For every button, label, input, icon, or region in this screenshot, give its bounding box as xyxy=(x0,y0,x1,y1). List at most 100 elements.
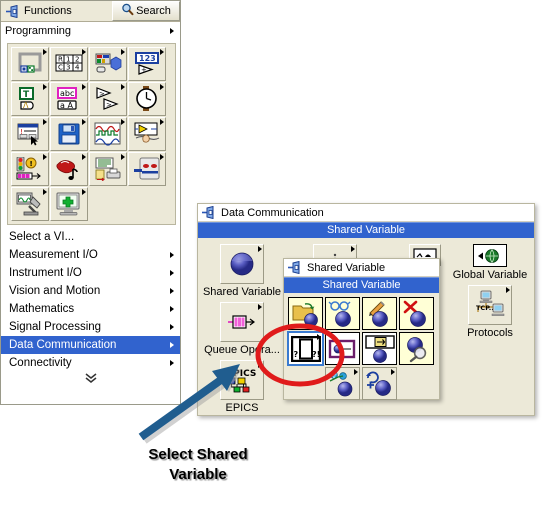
magnifier-icon xyxy=(121,3,134,19)
palette-icon-epics[interactable]: EPICS xyxy=(220,360,264,400)
chevron-right-icon xyxy=(506,287,510,293)
palette-icon-file-io[interactable] xyxy=(50,117,88,151)
timing-icon xyxy=(136,86,157,111)
data-communication-titlebar: Data Communication xyxy=(198,204,534,222)
svg-text:T: T xyxy=(23,90,30,100)
annotation-caption: Select Shared Variable xyxy=(112,445,284,485)
palette-icon-addons[interactable] xyxy=(50,187,88,221)
programming-label: Programming xyxy=(5,25,72,37)
palette-icon-dot-net-activex[interactable] xyxy=(128,152,166,186)
read-variable-icon xyxy=(328,300,351,327)
chevron-right-icon xyxy=(170,252,174,258)
palette-icon-global-variable[interactable] xyxy=(473,244,507,267)
global-variable-globe-icon xyxy=(478,248,499,263)
svg-text:123: 123 xyxy=(139,54,156,63)
palette-icon-refresh-variable[interactable] xyxy=(362,367,397,400)
epics-icon: EPICS xyxy=(227,369,256,393)
palette-icon-close-variable-connection[interactable] xyxy=(399,297,434,330)
palette-icon-protocols[interactable]: TCP... xyxy=(468,285,512,325)
palette-icon-string[interactable]: abc a A xyxy=(50,82,88,116)
chevron-right-icon xyxy=(170,360,174,366)
palette-icon-dialog-user-interface[interactable]: ! xyxy=(11,117,49,151)
boolean-icon: T Λ xyxy=(19,87,34,110)
search-button-label: Search xyxy=(136,5,171,17)
pushpin-icon[interactable] xyxy=(201,205,216,220)
menu-item-select-a-vi[interactable]: Select a VI... xyxy=(1,228,180,246)
chevron-right-icon xyxy=(160,119,164,125)
svg-text:C: C xyxy=(58,64,63,72)
svg-text:?!: ?! xyxy=(312,350,320,359)
functions-menu-list: Select a VI... Measurement I/O Instrumen… xyxy=(1,228,180,388)
svg-text:>: > xyxy=(99,90,105,98)
palette-icon-boolean[interactable]: T Λ xyxy=(11,82,49,116)
palette-icon-variable-reference[interactable] xyxy=(325,332,360,365)
palette-icon-write-variable[interactable] xyxy=(362,297,397,330)
svg-text:!: ! xyxy=(30,160,33,168)
menu-item-label: Mathematics xyxy=(9,303,75,315)
chevron-right-icon xyxy=(258,304,262,310)
chevron-right-icon xyxy=(82,189,86,195)
menu-item-instrument-io[interactable]: Instrument I/O xyxy=(1,264,180,282)
palette-icon-comparison[interactable]: > > xyxy=(89,82,127,116)
palette-icon-synchronization[interactable]: ! xyxy=(11,152,49,186)
menu-item-measurement-io[interactable]: Measurement I/O xyxy=(1,246,180,264)
palette-item-programming[interactable]: Programming xyxy=(1,22,180,41)
pushpin-icon[interactable] xyxy=(287,260,302,275)
palette-icon-numeric[interactable]: 123 + xyxy=(128,47,166,81)
menu-item-data-communication[interactable]: Data Communication xyxy=(1,336,180,354)
palette-icon-variable-properties[interactable] xyxy=(362,332,397,365)
pushpin-icon[interactable] xyxy=(5,4,20,18)
open-variable-connection-icon xyxy=(292,302,318,327)
svg-text:EPICS: EPICS xyxy=(227,369,256,379)
palette-label-queue-operations: Queue Opera... xyxy=(204,344,280,356)
chevron-right-icon xyxy=(82,49,86,55)
chevron-right-icon xyxy=(170,324,174,330)
palette-icon-array[interactable]: R C 1 2 3 4 xyxy=(50,47,88,81)
dialog-user-interface-icon: ! xyxy=(17,123,39,146)
menu-item-signal-processing[interactable]: Signal Processing xyxy=(1,318,180,336)
menu-item-mathematics[interactable]: Mathematics xyxy=(1,300,180,318)
palette-label-global-variable: Global Variable xyxy=(452,269,528,281)
search-button[interactable]: Search xyxy=(112,1,180,21)
menu-item-label: Data Communication xyxy=(9,339,117,351)
graphics-sound-icon xyxy=(56,160,78,180)
palette-icon-structures[interactable] xyxy=(11,47,49,81)
chevron-right-icon xyxy=(121,154,125,160)
palette-icon-graphics-sound[interactable] xyxy=(50,152,88,186)
palette-icon-cluster-class-variant[interactable] xyxy=(89,47,127,81)
chevron-right-icon xyxy=(317,334,321,340)
expand-palette-chevron[interactable] xyxy=(1,372,180,388)
programming-icon-grid: R C 1 2 3 4 123 + T Λ abc a A > > ! ! xyxy=(7,43,176,225)
string-icon: abc a A xyxy=(57,87,77,110)
menu-item-connectivity[interactable]: Connectivity xyxy=(1,354,180,372)
double-chevron-down-icon xyxy=(85,373,96,383)
palette-icon-measurement-io[interactable] xyxy=(11,187,49,221)
svg-text:a A: a A xyxy=(60,101,73,110)
svg-text:4: 4 xyxy=(75,64,80,72)
chevron-right-icon xyxy=(258,362,262,368)
chevron-right-icon xyxy=(160,49,164,55)
palette-icon-queue-operations[interactable] xyxy=(220,302,264,342)
data-communication-column-4: Global Variable TCP... Protocols xyxy=(448,244,532,343)
palette-icon-open-variable-connection[interactable] xyxy=(288,297,323,330)
chevron-right-icon xyxy=(43,119,47,125)
chevron-right-icon xyxy=(43,84,47,90)
palette-icon-application-control[interactable] xyxy=(128,117,166,151)
palette-icon-waveform[interactable] xyxy=(89,117,127,151)
chevron-right-icon xyxy=(82,154,86,160)
palette-label-epics: EPICS xyxy=(225,402,259,414)
file-io-icon xyxy=(58,123,80,145)
palette-icon-select-shared-variable[interactable]: ?! ?! xyxy=(287,331,324,366)
palette-icon-timing[interactable] xyxy=(128,82,166,116)
palette-icon-shared-variable[interactable] xyxy=(220,244,264,284)
chevron-right-icon xyxy=(170,288,174,294)
palette-icon-read-variable[interactable] xyxy=(325,297,360,330)
palette-icon-find-variable[interactable] xyxy=(399,332,434,365)
svg-text:+: + xyxy=(141,66,147,74)
select-shared-variable-icon: ?! ?! xyxy=(290,335,321,362)
svg-text:1: 1 xyxy=(66,56,70,64)
palette-icon-report-generation[interactable] xyxy=(89,152,127,186)
palette-icon-deploy-library[interactable] xyxy=(325,367,360,400)
deploy-library-icon xyxy=(329,370,352,396)
menu-item-vision-and-motion[interactable]: Vision and Motion xyxy=(1,282,180,300)
